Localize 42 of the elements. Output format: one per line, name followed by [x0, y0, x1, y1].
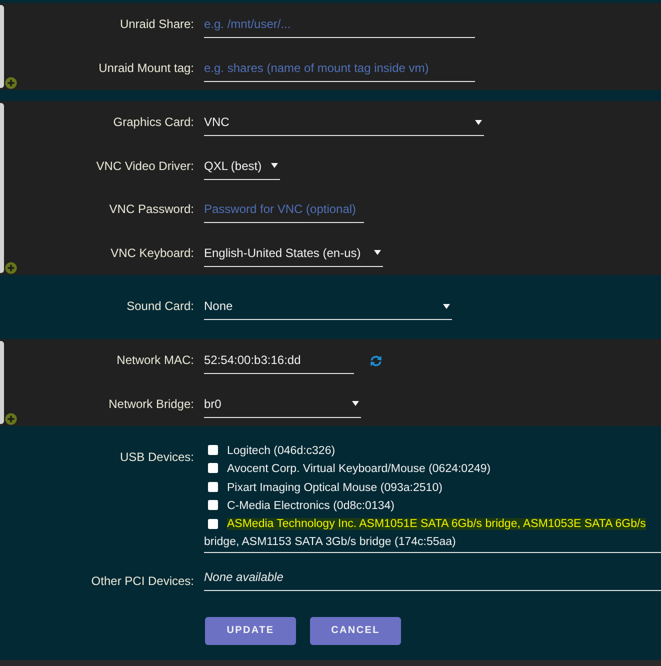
- device-label: ASMedia Technology Inc. ASM1051E SATA 6Gb/s bridge, ASM1053E SATA 6Gb/s bridge, ASM1153 SATA 3Gb/s bridge (174c:55aa): [204, 517, 647, 550]
- field-label: USB Devices:: [120, 449, 194, 465]
- plus-icon[interactable]: [5, 412, 17, 424]
- field-label: Unraid Share:: [120, 16, 194, 32]
- field-label: VNC Password:: [109, 201, 194, 217]
- plus-icon[interactable]: [5, 76, 17, 88]
- checkbox[interactable]: [208, 445, 218, 455]
- field-label: Sound Card:: [126, 298, 194, 314]
- text-field[interactable]: e.g. shares (name of mount tag inside vm): [204, 56, 475, 82]
- dropdown[interactable]: English-United States (en-us): [204, 240, 383, 266]
- text-field[interactable]: e.g. /mnt/user/...: [204, 12, 475, 38]
- dropdown[interactable]: QXL (best): [204, 154, 280, 180]
- field-label: Other PCI Devices:: [91, 572, 194, 589]
- field-label: VNC Video Driver:: [96, 158, 194, 174]
- cancel-button[interactable]: CANCEL: [310, 616, 401, 645]
- field-label: Network MAC:: [116, 352, 194, 368]
- checkbox[interactable]: [208, 500, 218, 510]
- device-label: Avocent Corp. Virtual Keyboard/Mouse (0624:0249): [227, 463, 491, 476]
- caret-icon: [443, 304, 450, 308]
- readonly-field: None available: [204, 564, 661, 591]
- checkbox[interactable]: [208, 463, 218, 474]
- caret-icon: [374, 250, 381, 255]
- field-label: Graphics Card:: [113, 114, 194, 130]
- caret-icon: [475, 120, 482, 124]
- dropdown[interactable]: None: [204, 294, 452, 320]
- text-field[interactable]: Password for VNC (optional): [204, 197, 364, 223]
- field-label: Network Bridge:: [108, 396, 194, 412]
- checkbox[interactable]: [208, 519, 218, 530]
- caret-icon: [271, 163, 278, 168]
- plus-icon[interactable]: [5, 262, 17, 274]
- caret-icon: [352, 401, 359, 406]
- update-button[interactable]: UPDATE: [205, 616, 296, 645]
- device-label: Pixart Imaging Optical Mouse (093a:2510): [227, 482, 442, 494]
- device-label: C-Media Electronics (0d8c:0134): [227, 500, 394, 512]
- field-label: VNC Keyboard:: [110, 244, 194, 260]
- refresh-icon[interactable]: [370, 355, 382, 367]
- device-label: Logitech (046d:c326): [227, 445, 336, 457]
- text-field[interactable]: 52:54:00:b3:16:dd: [204, 348, 354, 374]
- dropdown[interactable]: br0: [204, 392, 361, 418]
- checkbox[interactable]: [208, 482, 218, 492]
- dropdown[interactable]: VNC: [204, 110, 484, 136]
- field-label: Unraid Mount tag:: [98, 60, 194, 76]
